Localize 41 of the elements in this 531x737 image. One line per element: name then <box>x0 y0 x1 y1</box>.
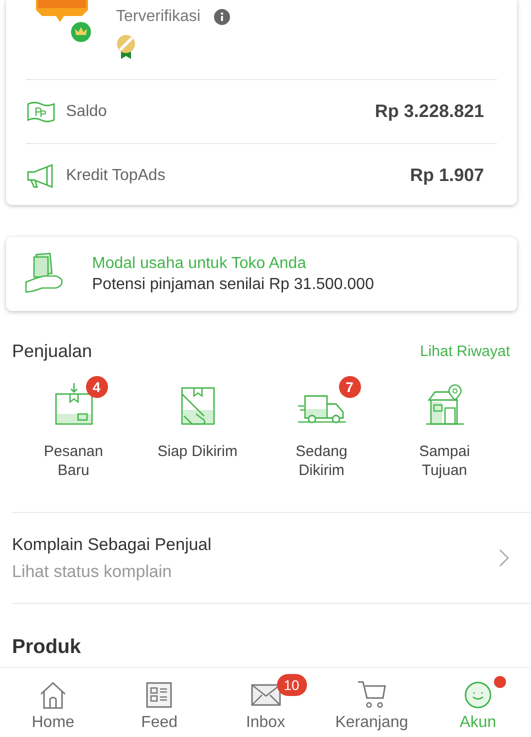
complaint-title: Komplain Sebagai Penjual <box>12 534 212 554</box>
order-status-item[interactable]: Siap Dikirim <box>135 372 260 512</box>
order-status-item[interactable]: 4 Pesanan Baru <box>12 372 135 512</box>
loan-subtitle: Potensi pinjaman senilai Rp 31.500.000 <box>92 276 374 294</box>
nav-tab[interactable]: Home <box>0 668 106 737</box>
nav-tab[interactable]: Keranjang <box>318 668 425 737</box>
medal-icon <box>116 34 136 60</box>
nav-tab[interactable]: Feed <box>106 668 212 737</box>
count-badge: 4 <box>86 376 108 398</box>
smiley-icon <box>464 681 492 709</box>
section-title: Penjualan <box>12 341 92 362</box>
status-label: Sedang Dikirim <box>294 442 348 480</box>
status-label: Siap Dikirim <box>156 442 238 461</box>
shop-badge-icon <box>34 0 90 22</box>
section-title: Produk <box>11 635 82 659</box>
loan-title: Modal usaha untuk Toko Anda <box>92 254 308 272</box>
envelope-icon <box>250 683 280 707</box>
home-icon <box>38 680 68 710</box>
count-badge: 10 <box>276 674 306 696</box>
status-label: Sampai Tujuan <box>418 442 471 480</box>
balance-amount: Rp 1.907 <box>410 165 484 186</box>
store-pin-icon <box>424 384 464 426</box>
crown-icon <box>70 21 92 43</box>
chevron-right-icon <box>499 549 509 567</box>
cart-icon <box>356 680 387 710</box>
box-download-icon <box>54 382 94 426</box>
info-icon[interactable] <box>214 9 230 25</box>
complaint-row[interactable]: Komplain Sebagai Penjual Lihat status komplain <box>12 513 531 604</box>
order-status-item[interactable]: Sampai Tujuan <box>383 372 506 512</box>
balance-label: Kredit TopAds <box>66 166 166 184</box>
count-badge: 7 <box>338 376 360 398</box>
status-label: Pesanan Baru <box>42 442 104 480</box>
money-icon <box>26 100 56 122</box>
loan-banner[interactable]: Modal usaha untuk Toko Anda Potensi pinjaman senilai Rp 31.500.000 <box>6 237 517 311</box>
balance-amount: Rp 3.228.821 <box>374 101 484 122</box>
feed-icon <box>145 681 174 709</box>
verified-status: Terverifikasi <box>116 8 200 26</box>
balance-label: Saldo <box>66 102 108 120</box>
order-status-item[interactable]: 7 Sedang Dikirim <box>260 372 383 512</box>
complaint-subtitle: Lihat status komplain <box>12 562 173 582</box>
nav-tab[interactable]: 10 Inbox <box>212 668 319 737</box>
